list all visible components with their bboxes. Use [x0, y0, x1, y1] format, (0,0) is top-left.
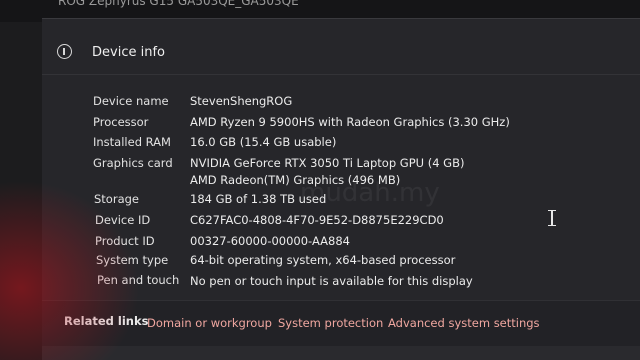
spec-label-device-id: Device ID [95, 213, 151, 227]
spec-value-device-name: StevenShengROG [190, 94, 293, 108]
spec-value-storage: 184 GB of 1.38 TB used [190, 192, 327, 206]
spec-value-device-id: C627FAC0-4808-4F70-9E52-D8875E229CD0 [190, 213, 444, 227]
spec-label-device-name: Device name [93, 94, 169, 108]
spec-value-processor: AMD Ryzen 9 5900HS with Radeon Graphics … [190, 115, 510, 129]
spec-value-graphics-card-2: AMD Radeon(TM) Graphics (496 MB) [190, 173, 401, 187]
system-protection-link[interactable]: System protection [278, 316, 383, 330]
advanced-system-settings-link[interactable]: Advanced system settings [388, 316, 540, 330]
spec-value-product-id: 00327-60000-00000-AA884 [190, 234, 350, 248]
spec-label-graphics-card: Graphics card [93, 156, 173, 170]
spec-label-processor: Processor [93, 115, 149, 129]
domain-or-workgroup-link[interactable]: Domain or workgroup [147, 316, 272, 330]
spec-label-pen-and-touch: Pen and touch [97, 273, 180, 287]
spec-value-pen-and-touch: No pen or touch input is available for t… [190, 274, 473, 288]
spec-label-installed-ram: Installed RAM [93, 135, 171, 149]
settings-screen: ROG Zephyrus G15 GA503QE_GA503QE Device … [0, 0, 640, 360]
spec-label-product-id: Product ID [95, 234, 155, 248]
spec-value-graphics-card-1: NVIDIA GeForce RTX 3050 Ti Laptop GPU (4… [190, 156, 465, 170]
spec-value-installed-ram: 16.0 GB (15.4 GB usable) [190, 135, 337, 149]
spec-value-system-type: 64-bit operating system, x64-based proce… [190, 253, 456, 267]
related-links-label: Related links [64, 314, 149, 328]
spec-label-system-type: System type [96, 253, 169, 267]
spec-label-storage: Storage [94, 192, 139, 206]
text-cursor-icon [548, 210, 556, 226]
next-section-strip [42, 346, 640, 360]
